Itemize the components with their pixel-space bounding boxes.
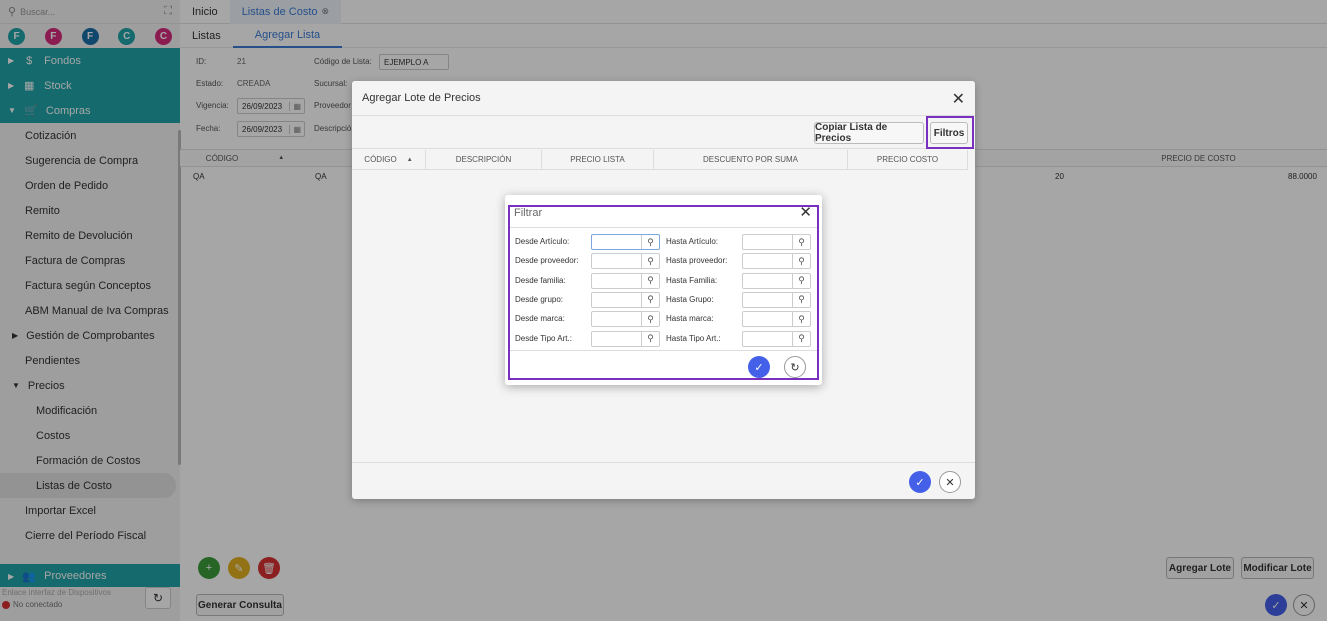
lote-toolbar: Copiar Lista de Precios Filtros <box>352 116 975 149</box>
filtrar-modal: Filtrar ✕ Desde Artículo: Hasta Artículo:… <box>505 195 822 385</box>
filtros-highlight <box>926 116 974 149</box>
lote-col-4[interactable]: PRECIO COSTO <box>848 150 968 170</box>
lote-confirm-button[interactable]: ✓ <box>909 471 931 493</box>
lote-modal-title: Agregar Lote de Precios <box>352 81 975 116</box>
lote-cancel-button[interactable]: ✕ <box>939 471 961 493</box>
lote-col-1[interactable]: DESCRIPCIÓN <box>426 150 542 170</box>
close-icon[interactable]: ✕ <box>952 89 965 109</box>
lote-col-0[interactable]: CÓDIGO ▲ <box>352 150 426 170</box>
lote-col-2[interactable]: PRECIO LISTA <box>542 150 654 170</box>
filtrar-highlight <box>508 205 819 380</box>
lote-col-3[interactable]: DESCUENTO POR SUMA <box>654 150 848 170</box>
lote-footer: ✓ ✕ <box>352 462 975 499</box>
copiar-lista-button[interactable]: Copiar Lista de Precios <box>814 122 924 144</box>
sort-asc-icon: ▲ <box>406 156 413 163</box>
